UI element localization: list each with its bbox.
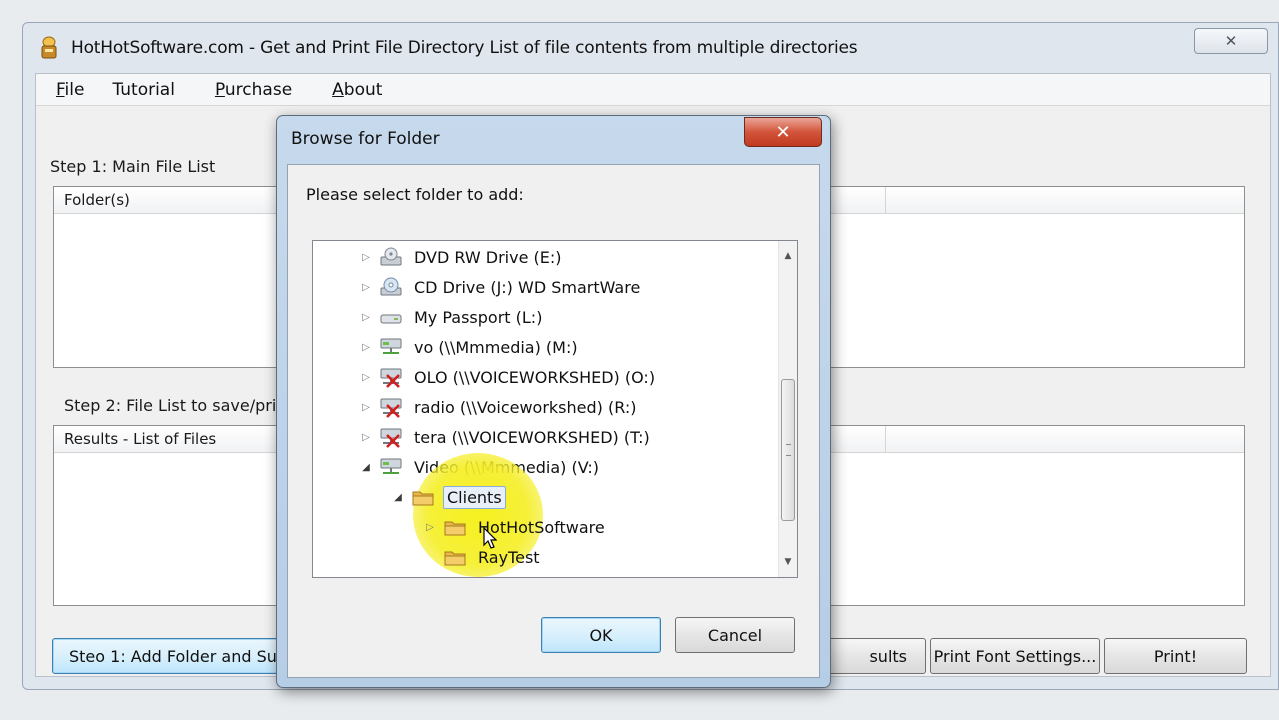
expand-arrow-icon[interactable]: ▷ (359, 342, 373, 353)
expand-arrow-icon[interactable]: ▷ (359, 372, 373, 383)
add-folder-button[interactable]: Steo 1: Add Folder and Su (52, 638, 302, 674)
browse-for-folder-dialog: Browse for Folder ✕ Please select folder… (276, 115, 831, 688)
menu-bar: File Tutorial Purchase About (36, 74, 1270, 106)
title-bar[interactable]: HotHotSoftware.com - Get and Print File … (23, 23, 1278, 71)
disconnected-network-drive-icon (380, 368, 402, 388)
disconnected-network-drive-icon (380, 428, 402, 448)
step1-label: Step 1: Main File List (50, 157, 216, 176)
optical-drive-icon (380, 247, 402, 266)
tree-item-label: Clients (443, 485, 506, 509)
tree-item-clients[interactable]: ◢ Clients (391, 483, 506, 511)
tree-item-olo-drive[interactable]: ▷ OLO (\\VOICEWORKSHED) (O:) (359, 363, 658, 391)
menu-about[interactable]: About (332, 80, 382, 100)
folder-icon (444, 551, 466, 566)
menu-file[interactable]: File (56, 80, 84, 100)
collapse-arrow-icon[interactable]: ◢ (391, 492, 405, 503)
tree-item-label: CD Drive (J:) WD SmartWare (414, 277, 641, 297)
folder-icon (444, 521, 466, 536)
menu-tutorial[interactable]: Tutorial (112, 80, 175, 100)
mouse-pointer-icon (483, 527, 497, 549)
tree-item-label: RayTest (478, 547, 540, 567)
tree-vertical-scrollbar[interactable]: ▲ ▼ (778, 241, 797, 577)
tree-item-label: OLO (\\VOICEWORKSHED) (O:) (414, 367, 656, 387)
expand-arrow-icon[interactable]: ▷ (359, 312, 373, 323)
cancel-button[interactable]: Cancel (675, 617, 795, 653)
close-icon: ✕ (1224, 32, 1238, 50)
folder-icon (412, 491, 434, 506)
expand-arrow-icon[interactable]: ▷ (423, 522, 437, 533)
tree-item-label: My Passport (L:) (414, 307, 543, 327)
ok-button[interactable]: OK (541, 617, 661, 653)
expand-arrow-icon[interactable]: ▷ (359, 402, 373, 413)
window-title: HotHotSoftware.com - Get and Print File … (71, 38, 858, 58)
expand-arrow-icon[interactable]: ▷ (359, 252, 373, 263)
scroll-grip-icon (786, 444, 791, 456)
tree-item-vo-drive[interactable]: ▷ vo (\\Mmmedia) (M:) (359, 333, 581, 361)
step2-label: Step 2: File List to save/pri (64, 396, 277, 415)
cd-drive-icon (380, 277, 402, 296)
expand-arrow-icon[interactable]: ▷ (359, 432, 373, 443)
menu-purchase[interactable]: Purchase (215, 80, 292, 100)
tree-item-hothotsoftware[interactable]: ▷ HotHotSoftware (423, 513, 608, 541)
dialog-close-button[interactable]: ✕ (744, 117, 822, 147)
tree-item-label: radio (\\Voiceworkshed) (R:) (414, 397, 637, 417)
close-window-button[interactable]: ✕ (1194, 28, 1268, 54)
dialog-title: Browse for Folder (291, 129, 440, 149)
tree-item-label: tera (\\VOICEWORKSHED) (T:) (414, 427, 650, 447)
column-header-blank[interactable] (886, 187, 1246, 214)
tree-item-label: vo (\\Mmmedia) (M:) (414, 337, 578, 357)
print-button[interactable]: Print! (1104, 638, 1247, 674)
dialog-prompt: Please select folder to add: (306, 185, 524, 204)
expand-arrow-icon[interactable]: ▷ (359, 282, 373, 293)
dialog-body: Please select folder to add: ▷ DVD RW Dr… (287, 164, 820, 678)
close-icon: ✕ (775, 121, 791, 143)
scroll-thumb[interactable] (781, 379, 795, 521)
folder-tree[interactable]: ▷ DVD RW Drive (E:) ▷ CD Drive (J:) WD S… (312, 240, 798, 578)
collapse-arrow-icon[interactable]: ◢ (359, 462, 373, 473)
tree-item-cd-drive[interactable]: ▷ CD Drive (J:) WD SmartWare (359, 273, 643, 301)
network-drive-icon (380, 458, 402, 474)
scroll-down-icon[interactable]: ▼ (779, 553, 797, 571)
tree-item-my-passport[interactable]: ▷ My Passport (L:) (359, 303, 545, 331)
disconnected-network-drive-icon (380, 398, 402, 418)
removable-drive-icon (380, 314, 402, 324)
tree-item-label: DVD RW Drive (E:) (414, 247, 562, 267)
network-drive-icon (380, 338, 402, 354)
tree-item-dvd-rw-drive[interactable]: ▷ DVD RW Drive (E:) (359, 243, 565, 271)
column-header-blank[interactable] (886, 426, 1246, 453)
print-font-settings-button[interactable]: Print Font Settings... (930, 638, 1100, 674)
tree-item-tera-drive[interactable]: ▷ tera (\\VOICEWORKSHED) (T:) (359, 423, 653, 451)
tree-item-radio-drive[interactable]: ▷ radio (\\Voiceworkshed) (R:) (359, 393, 639, 421)
scroll-up-icon[interactable]: ▲ (779, 247, 797, 265)
app-icon (41, 36, 57, 59)
